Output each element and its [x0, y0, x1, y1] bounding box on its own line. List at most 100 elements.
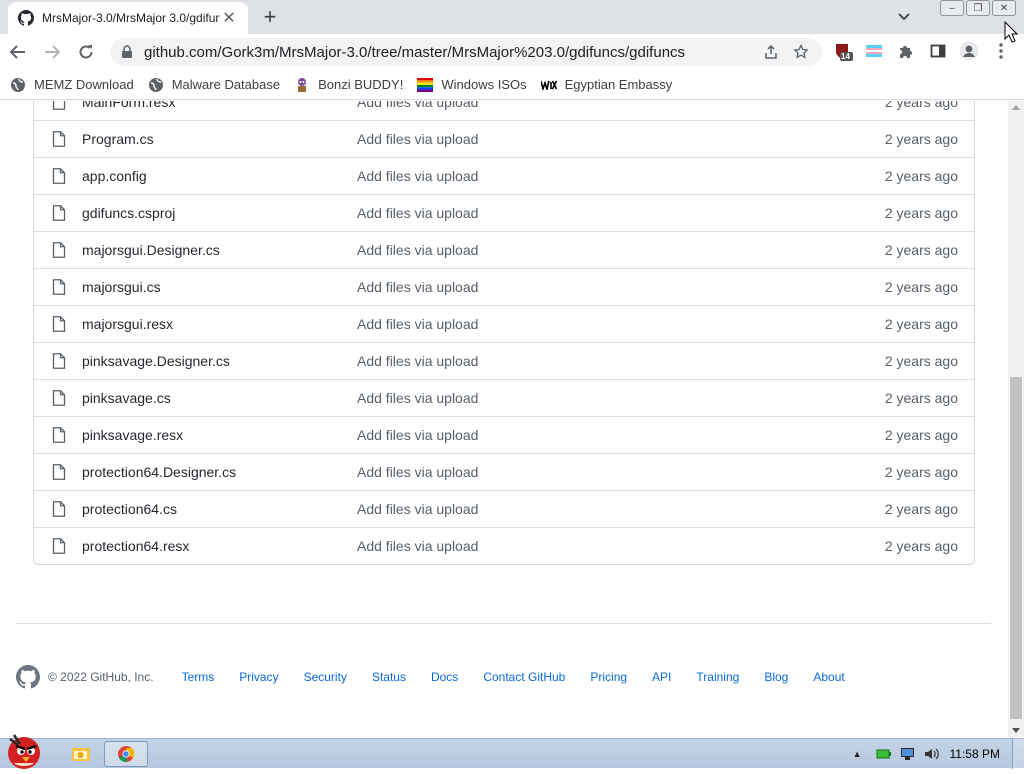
bookmark-bonzi-buddy[interactable]: Bonzi BUDDY!	[294, 77, 403, 93]
file-row[interactable]: gdifuncs.csproj Add files via upload 2 yea…	[34, 194, 974, 231]
commit-message-link[interactable]: Add files via upload	[357, 131, 478, 147]
footer-link-about[interactable]: About	[813, 670, 844, 684]
bookmark-malware-database[interactable]: Malware Database	[148, 77, 280, 93]
bookmark-egyptian-embassy[interactable]: Egyptian Embassy	[540, 77, 672, 93]
file-name-link[interactable]: protection64.resx	[82, 538, 189, 554]
tray-expand-icon[interactable]: ▲	[853, 749, 862, 759]
file-name-link[interactable]: protection64.cs	[82, 501, 177, 517]
file-icon	[52, 101, 66, 110]
commit-message-link[interactable]: Add files via upload	[357, 101, 478, 110]
address-bar[interactable]: github.com/Gork3m/MrsMajor-3.0/tree/mast…	[110, 38, 822, 66]
battery-icon[interactable]	[876, 748, 892, 760]
footer-link-terms[interactable]: Terms	[182, 670, 215, 684]
file-row[interactable]: protection64.resx Add files via upload 2 y…	[34, 527, 974, 564]
side-panel-icon[interactable]	[927, 40, 949, 62]
commit-message-link[interactable]: Add files via upload	[357, 538, 478, 554]
commit-message-link[interactable]: Add files via upload	[357, 390, 478, 406]
footer-link-blog[interactable]: Blog	[764, 670, 788, 684]
file-row[interactable]: pinksavage.Designer.cs Add files via uplo…	[34, 342, 974, 379]
commit-message-link[interactable]: Add files via upload	[357, 279, 478, 295]
file-row[interactable]: Program.cs Add files via upload 2 years ag…	[34, 120, 974, 157]
commit-message-link[interactable]: Add files via upload	[357, 427, 478, 443]
commit-message-link[interactable]: Add files via upload	[357, 168, 478, 184]
footer-link-docs[interactable]: Docs	[431, 670, 458, 684]
commit-message-link[interactable]: Add files via upload	[357, 316, 478, 332]
commit-message-link[interactable]: Add files via upload	[357, 501, 478, 517]
mouse-cursor-icon	[1004, 21, 1018, 43]
close-window-button[interactable]: ✕	[992, 0, 1016, 16]
browser-tab[interactable]: MrsMajor-3.0/MrsMajor 3.0/gdifuncs ✕	[8, 2, 248, 34]
reload-button[interactable]	[70, 36, 102, 68]
file-row[interactable]: pinksavage.resx Add files via upload 2 yea…	[34, 416, 974, 453]
bookmark-memz-download[interactable]: MEMZ Download	[10, 77, 134, 93]
volume-icon[interactable]	[924, 747, 940, 761]
commit-date: 2 years ago	[884, 538, 958, 554]
commit-message-link[interactable]: Add files via upload	[357, 242, 478, 258]
file-name-link[interactable]: majorsgui.resx	[82, 316, 173, 332]
close-tab-icon[interactable]: ✕	[220, 9, 238, 27]
page-scrollbar[interactable]	[1008, 101, 1024, 737]
bookmark-label: Bonzi BUDDY!	[318, 77, 404, 92]
file-name-link[interactable]: app.config	[82, 168, 147, 184]
footer-link-security[interactable]: Security	[304, 670, 347, 684]
restore-button[interactable]: ❐	[966, 0, 990, 16]
file-row[interactable]: MainForm.resx Add files via upload 2 years…	[34, 101, 974, 120]
file-name-link[interactable]: Program.cs	[82, 131, 154, 147]
wix-icon	[540, 77, 557, 93]
file-row[interactable]: majorsgui.resx Add files via upload 2 year…	[34, 305, 974, 342]
commit-message-link[interactable]: Add files via upload	[357, 353, 478, 369]
back-arrow-icon	[10, 45, 25, 59]
file-name-link[interactable]: protection64.Designer.cs	[82, 464, 236, 480]
scroll-down-arrow-icon[interactable]	[1012, 728, 1020, 733]
new-tab-button[interactable]: +	[258, 4, 282, 29]
file-name-link[interactable]: pinksavage.resx	[82, 427, 183, 443]
file-name-link[interactable]: MainForm.resx	[82, 101, 175, 110]
file-name-link[interactable]: majorsgui.Designer.cs	[82, 242, 220, 258]
file-icon	[52, 242, 66, 258]
bookmark-label: Malware Database	[171, 77, 281, 92]
taskbar-chrome[interactable]	[104, 741, 148, 767]
file-row[interactable]: app.config Add files via upload 2 years ag…	[34, 157, 974, 194]
file-name-link[interactable]: majorsgui.cs	[82, 279, 161, 295]
commit-message-link[interactable]: Add files via upload	[357, 205, 478, 221]
commit-message-link[interactable]: Add files via upload	[357, 464, 478, 480]
window-controls: – ❐ ✕	[940, 0, 1016, 16]
file-row[interactable]: protection64.cs Add files via upload 2 yea…	[34, 490, 974, 527]
footer-link-api[interactable]: API	[652, 670, 671, 684]
github-logo-icon[interactable]	[16, 665, 40, 689]
scrollbar-thumb[interactable]	[1010, 377, 1022, 719]
footer-copyright: © 2022 GitHub, Inc.	[48, 670, 154, 684]
extension-flag-icon[interactable]	[863, 40, 885, 62]
file-row[interactable]: majorsgui.Designer.cs Add files via uploa…	[34, 231, 974, 268]
file-row[interactable]: protection64.Designer.cs Add files via up…	[34, 453, 974, 490]
forward-button[interactable]	[36, 36, 68, 68]
share-icon[interactable]	[760, 41, 782, 63]
profile-avatar-icon[interactable]	[958, 40, 980, 62]
back-button[interactable]	[2, 36, 34, 68]
menu-kebab-icon[interactable]	[990, 40, 1012, 62]
file-name-link[interactable]: gdifuncs.csproj	[82, 205, 175, 221]
file-row[interactable]: pinksavage.cs Add files via upload 2 years…	[34, 379, 974, 416]
scroll-up-arrow-icon[interactable]	[1012, 105, 1020, 110]
tab-search-icon[interactable]	[894, 8, 914, 26]
extensions-puzzle-icon[interactable]	[895, 40, 917, 62]
taskbar-explorer[interactable]	[68, 741, 94, 767]
network-icon[interactable]	[900, 747, 916, 761]
extension-shield-icon[interactable]: 14	[832, 40, 854, 62]
file-name-link[interactable]: pinksavage.cs	[82, 390, 171, 406]
rainbow-flag-icon	[417, 77, 434, 93]
minimize-button[interactable]: –	[940, 0, 964, 16]
taskbar-clock[interactable]: 11:58 PM	[950, 747, 1000, 761]
footer-link-contact[interactable]: Contact GitHub	[483, 670, 565, 684]
footer-link-pricing[interactable]: Pricing	[590, 670, 627, 684]
show-desktop-button[interactable]	[1012, 739, 1024, 769]
footer-link-status[interactable]: Status	[372, 670, 406, 684]
file-icon	[52, 131, 66, 147]
bookmark-star-icon[interactable]	[790, 41, 812, 63]
bookmark-windows-isos[interactable]: Windows ISOs	[417, 77, 527, 93]
start-button[interactable]	[0, 731, 48, 769]
footer-link-training[interactable]: Training	[696, 670, 739, 684]
file-name-link[interactable]: pinksavage.Designer.cs	[82, 353, 230, 369]
file-row[interactable]: majorsgui.cs Add files via upload 2 years …	[34, 268, 974, 305]
footer-link-privacy[interactable]: Privacy	[239, 670, 278, 684]
